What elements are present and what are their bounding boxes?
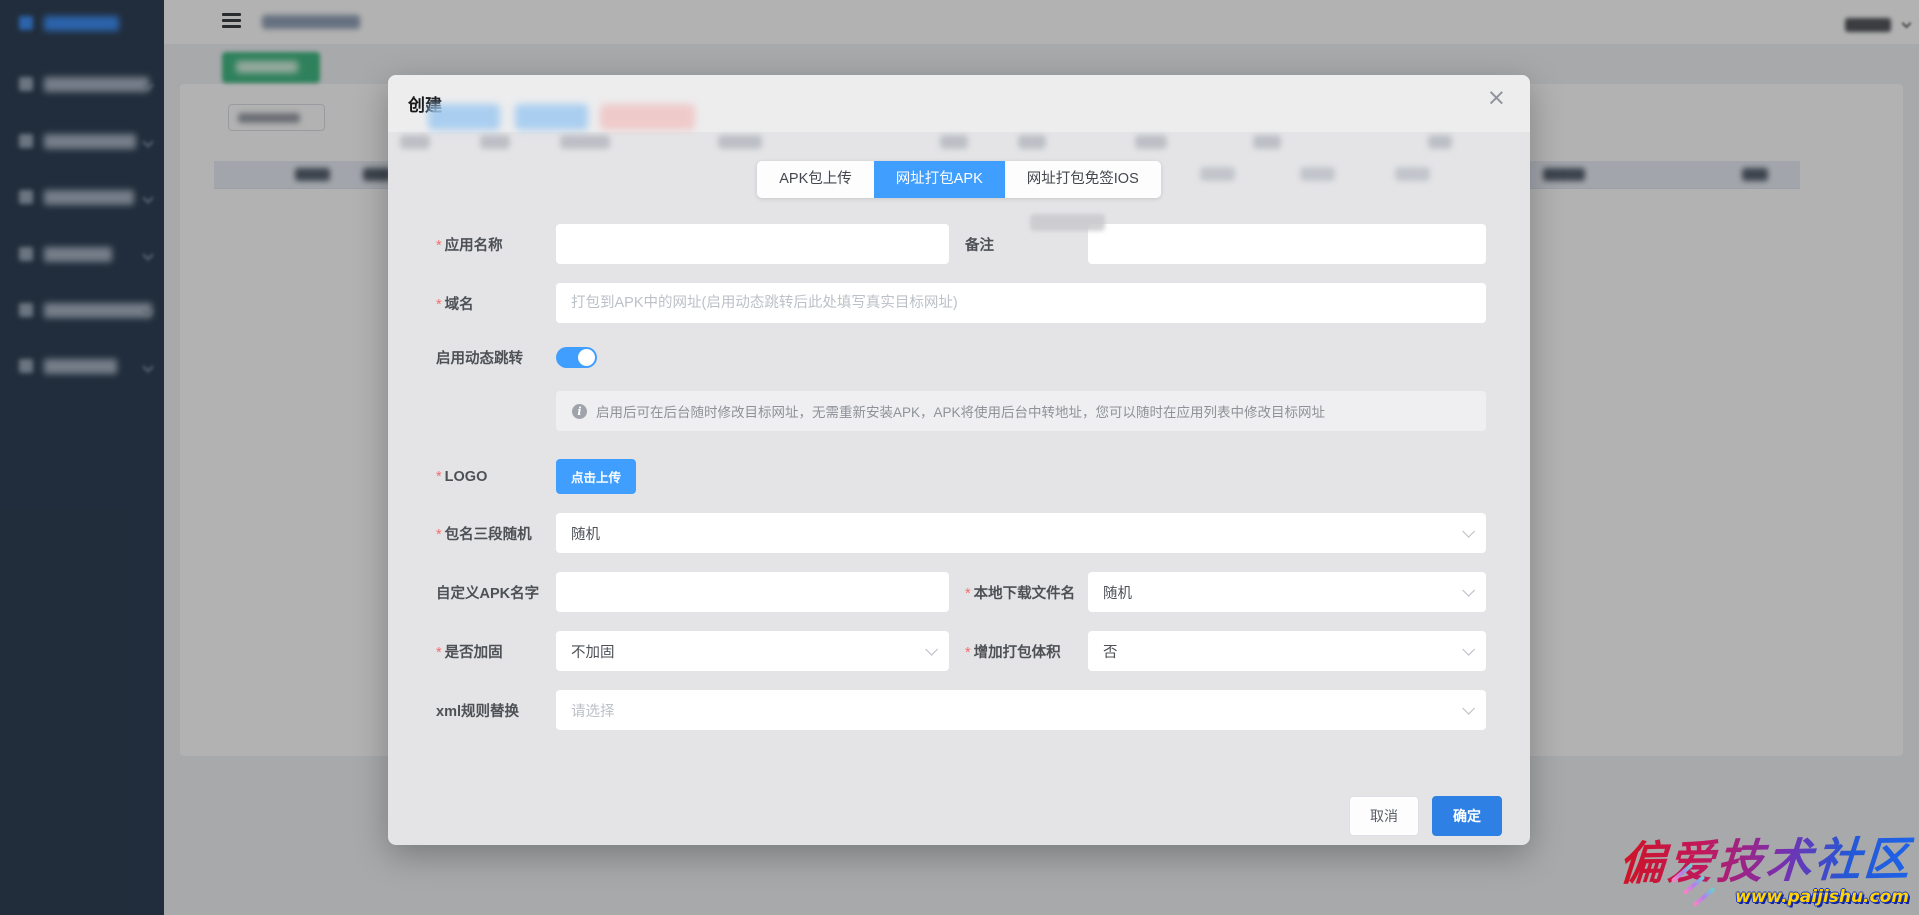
tab-url-pack-ios[interactable]: 网址打包免签IOS [1005,161,1161,198]
field-label-remark: 备注 [965,234,1088,255]
close-icon[interactable]: × [1487,87,1506,110]
field-label-package-size: *增加打包体积 [965,641,1088,662]
tab-bar: APK包上传 网址打包APK 网址打包免签IOS [757,161,1161,198]
confirm-button[interactable]: 确定 [1432,796,1502,836]
hardening-select[interactable]: 不加固 [556,631,949,671]
create-dialog: 创建 × APK包上传 网址打包APK 网址打包免签IOS *应用名称 备注 *… [388,75,1530,845]
info-icon: i [572,404,587,419]
package-random-select[interactable]: 随机 [556,513,1486,553]
package-size-value: 否 [1103,641,1118,662]
chevron-down-icon [1462,525,1475,538]
censor-blur [718,135,762,149]
tab-apk-upload[interactable]: APK包上传 [757,161,874,198]
censor-blur [1200,167,1235,181]
censor-blur [1018,135,1046,149]
censor-blur [560,135,610,149]
remark-input[interactable] [1088,224,1486,264]
chevron-down-icon [1462,643,1475,656]
local-filename-select[interactable]: 随机 [1088,572,1486,612]
field-label-app-name: *应用名称 [436,234,556,255]
hardening-value: 不加固 [571,641,615,662]
cancel-button[interactable]: 取消 [1349,796,1419,836]
censor-blur [940,135,968,149]
censor-blur [428,104,500,130]
censor-blur [1030,214,1105,231]
field-label-logo: *LOGO [436,469,556,485]
xml-rule-select[interactable]: 请选择 [556,690,1486,730]
create-form: *应用名称 备注 *域名 启用动态跳转 i 启用后可在后台随时修改目标网址，无需… [436,224,1487,730]
info-alert-text: 启用后可在后台随时修改目标网址，无需重新安装APK，APK将使用后台中转地址，您… [596,401,1325,421]
xml-rule-placeholder: 请选择 [571,700,615,721]
info-alert: i 启用后可在后台随时修改目标网址，无需重新安装APK，APK将使用后台中转地址… [556,391,1486,431]
toggle-knob [578,349,595,366]
censor-blur [600,104,695,130]
local-filename-value: 随机 [1103,582,1132,603]
domain-input[interactable] [556,283,1486,323]
watermark: 偏爱技术社区 www.paijishu.com [1619,825,1913,909]
censor-blur [480,135,510,149]
field-label-xml-rule: xml规则替换 [436,700,556,721]
field-label-dynamic-redirect: 启用动态跳转 [436,347,556,368]
field-label-local-filename: *本地下载文件名 [965,582,1088,603]
app-name-input[interactable] [556,224,949,264]
field-label-domain: *域名 [436,293,556,314]
chevron-down-icon [925,643,938,656]
chevron-down-icon [1462,702,1475,715]
field-label-hardening: *是否加固 [436,641,556,662]
custom-apk-name-input[interactable] [556,572,949,612]
package-size-select[interactable]: 否 [1088,631,1486,671]
dialog-footer: 取消 确定 [388,787,1530,845]
censor-blur [1395,167,1430,181]
censor-blur [1135,135,1167,149]
dynamic-redirect-toggle[interactable] [556,347,597,368]
censor-blur [515,104,588,130]
censor-blur [400,135,430,149]
watermark-title: 偏爱技术社区 [1616,822,1915,893]
censor-blur [1300,167,1335,181]
chevron-down-icon [1462,584,1475,597]
tab-url-pack-apk[interactable]: 网址打包APK [874,161,1005,198]
field-label-package-random: *包名三段随机 [436,523,556,544]
upload-button[interactable]: 点击上传 [556,459,636,494]
package-random-value: 随机 [571,523,600,544]
censor-blur [1428,135,1452,149]
censor-blur [1253,135,1281,149]
field-label-custom-apk-name: 自定义APK名字 [436,582,556,603]
